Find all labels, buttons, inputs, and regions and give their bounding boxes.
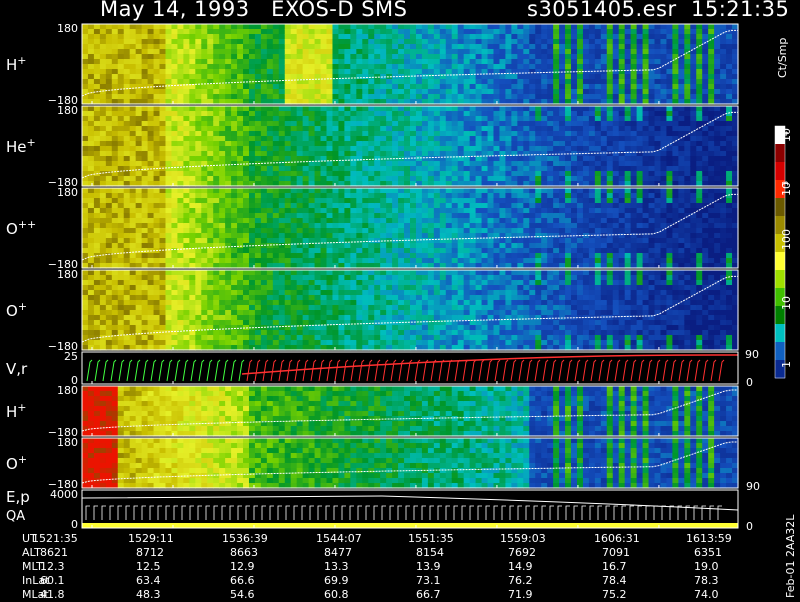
ephemeris-cell: 8477 <box>324 546 352 559</box>
ephemeris-cell: 66.6 <box>230 574 255 587</box>
ephemeris-cell: 1536:39 <box>222 532 268 545</box>
panel-6: H+180−180 <box>6 384 739 439</box>
ephemeris-cell: 16.7 <box>602 560 627 573</box>
y-tick-top: 180 <box>57 268 78 281</box>
ephemeris-cell: 1613:59 <box>686 532 732 545</box>
panel-3: O++180−180 <box>6 186 739 271</box>
colorbar-swatch <box>775 162 785 181</box>
right-tick-bottom: 90 <box>746 480 760 493</box>
ephemeris-cell: 14.9 <box>508 560 533 573</box>
panel-label: He+ <box>6 136 36 156</box>
colorbar-unit-label: Ct/Smp <box>776 38 789 78</box>
ephemeris-table: UT1521:351529:111536:391544:071551:35155… <box>0 530 740 600</box>
ephemeris-cell: 1606:31 <box>594 532 640 545</box>
y-tick-top: 180 <box>57 186 78 199</box>
colorbar-swatch <box>775 144 785 163</box>
ephemeris-cell: 41.8 <box>40 588 65 601</box>
y-tick-top: 180 <box>57 384 78 397</box>
panel-label: H+ <box>6 401 27 421</box>
colorbar-swatch <box>775 198 785 217</box>
colorbar-tick-label: 3 <box>781 181 790 186</box>
colorbar-swatch <box>775 270 785 289</box>
ephemeris-row-mlt: MLT12.312.512.913.313.914.916.719.0 <box>0 560 740 574</box>
ephemeris-cell: 12.3 <box>40 560 65 573</box>
ephemeris-cell: 8663 <box>230 546 258 559</box>
ephemeris-cell: 63.4 <box>136 574 161 587</box>
panel-label: V,r <box>6 360 28 378</box>
panel-7: O+180−18090 <box>6 436 760 493</box>
ephemeris-cell: 7692 <box>508 546 536 559</box>
footer-stamp: Feb-01 2AA32L <box>784 515 797 598</box>
panel-label: O++ <box>6 218 36 238</box>
ephemeris-row-inlat: InLat60.163.466.669.973.176.278.478.3 <box>0 574 740 588</box>
ephemeris-cell: 75.2 <box>602 588 627 601</box>
ephemeris-cell: 8154 <box>416 546 444 559</box>
panel-label: O+ <box>6 300 27 320</box>
colorbar-tick-label: 1 <box>780 361 793 368</box>
ephemeris-cell: 1559:03 <box>500 532 546 545</box>
ephemeris-cell: 1521:35 <box>32 532 78 545</box>
spectrogram-figure: H+180−180He+180−180O++180−180O+180−180V,… <box>0 0 800 530</box>
ephemeris-cell: 6351 <box>694 546 722 559</box>
colorbar-tick-label: 100 <box>780 229 793 250</box>
panel-8: E,p QA 4000 0 0 <box>6 488 753 530</box>
right-tick-bottom: 0 <box>746 376 753 389</box>
ephemeris-cell: 19.0 <box>694 560 719 573</box>
ephemeris-cell: 12.9 <box>230 560 255 573</box>
panel-2: He+180−180 <box>6 104 739 189</box>
panel-5: V,r250900 <box>6 348 759 389</box>
ephemeris-cell: 76.2 <box>508 574 533 587</box>
ephemeris-cell: 73.1 <box>416 574 441 587</box>
ephemeris-row-name: ALT <box>22 546 41 559</box>
panel-label: H+ <box>6 54 27 74</box>
y-tick-top: 4000 <box>50 488 78 501</box>
ephemeris-cell: 13.3 <box>324 560 349 573</box>
ephemeris-cell: 8712 <box>136 546 164 559</box>
colorbar-swatch <box>775 342 785 361</box>
ephemeris-cell: 1529:11 <box>128 532 174 545</box>
panel-4: O+180−180 <box>6 268 739 353</box>
ephemeris-cell: 60.1 <box>40 574 65 587</box>
ephemeris-cell: 12.5 <box>136 560 161 573</box>
ephemeris-row-alt: ALT8621 8712 8663 8477 8154 7692 7091 6351 <box>0 546 740 560</box>
ephemeris-cell: 78.3 <box>694 574 719 587</box>
colorbar-swatch <box>775 324 785 343</box>
right-tick-bottom: 0 <box>746 520 753 530</box>
ephemeris-cell: 13.9 <box>416 560 441 573</box>
right-tick-top: 90 <box>745 348 759 361</box>
colorbar-tick-label: 4 <box>781 131 790 136</box>
ephemeris-cell: 7091 <box>602 546 630 559</box>
colorbar-swatch <box>775 252 785 271</box>
panel-1: H+180−180 <box>6 22 739 107</box>
panel-label: E,p <box>6 488 30 506</box>
panel-label: O+ <box>6 453 27 473</box>
ephemeris-cell: 60.8 <box>324 588 349 601</box>
y-tick-top: 180 <box>57 22 78 35</box>
ephemeris-cell: 1551:35 <box>408 532 454 545</box>
y-tick-top: 25 <box>64 350 78 363</box>
ephemeris-cell: 54.6 <box>230 588 255 601</box>
y-tick-top: 180 <box>57 436 78 449</box>
panel-label-2: QA <box>6 509 25 524</box>
ephemeris-cell: 1544:07 <box>316 532 362 545</box>
ephemeris-cell: 69.9 <box>324 574 349 587</box>
ephemeris-cell: 66.7 <box>416 588 441 601</box>
ephemeris-cell: 78.4 <box>602 574 627 587</box>
ephemeris-cell: 71.9 <box>508 588 533 601</box>
colorbar: 104103100101 <box>775 126 793 379</box>
y-tick-bottom: 0 <box>71 518 78 530</box>
ephemeris-cell: 74.0 <box>694 588 719 601</box>
ephemeris-cell: 48.3 <box>136 588 161 601</box>
ephemeris-cell: 8621 <box>40 546 68 559</box>
colorbar-tick-label: 10 <box>780 296 793 310</box>
ephemeris-row-ut: UT1521:351529:111536:391544:071551:35155… <box>0 532 740 546</box>
y-tick-top: 180 <box>57 104 78 117</box>
